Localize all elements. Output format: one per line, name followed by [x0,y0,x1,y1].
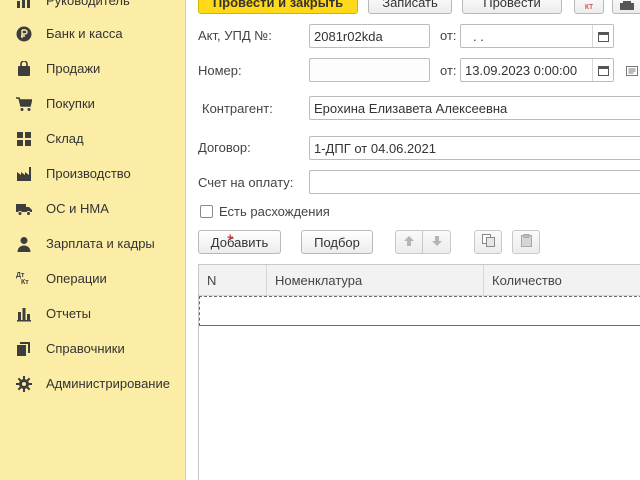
copy-icon [481,234,495,250]
act-date-value: . . [473,28,484,44]
sidebar-item-label: Зарплата и кадры [46,236,155,251]
dt-kt-icon-bottom: Кт [21,278,29,286]
move-up-button[interactable] [395,230,423,254]
move-down-button[interactable] [423,230,451,254]
act-date-field[interactable]: . . [460,24,614,48]
counterparty-field[interactable]: Ерохина Елизавета Алексеевна [309,96,640,120]
plus-icon: + [227,232,234,244]
sidebar-item-label: Администрирование [46,376,170,391]
sidebar-item-label: Продажи [46,61,101,76]
act-date-from-label: от: [440,28,457,43]
comment-icon[interactable] [626,64,638,79]
sidebar-item-label: Операции [46,271,107,286]
sidebar-item-label: Банк и касса [46,26,123,41]
printer-icon [620,0,634,14]
selection-button[interactable]: Подбор [301,230,373,254]
goods-table[interactable]: N Номенклатура Количество [198,264,640,480]
arrow-up-icon [403,235,415,250]
sidebar-item-production[interactable]: Производство [0,156,185,191]
counterparty-label: Контрагент: [202,101,273,116]
sidebar-item-fixed-assets[interactable]: ОС и НМА [0,191,185,226]
print-button[interactable] [612,0,640,14]
warehouse-icon [16,131,32,147]
paste-button[interactable] [512,230,540,254]
sidebar-item-label: Покупки [46,96,95,111]
post-button[interactable]: Провести [462,0,562,14]
gear-icon [16,375,32,392]
invoice-label: Счет на оплату: [198,175,294,190]
discrepancy-checkbox[interactable] [200,205,213,218]
sidebar-item-administration[interactable]: Администрирование [0,366,185,401]
invoice-field[interactable] [309,170,640,194]
contract-field[interactable]: 1-ДПГ от 04.06.2021 [309,136,640,160]
paste-icon [520,234,533,250]
sidebar-item-reports[interactable]: Отчеты [0,296,185,331]
sidebar-item-bank[interactable]: Банк и касса [0,16,185,51]
cart-icon [16,96,32,112]
sidebar-item-label: Руководитель [46,0,130,8]
number-date-from-label: от: [440,63,457,78]
factory-icon [16,166,32,182]
chart-icon [16,0,32,9]
copy-button[interactable] [474,230,502,254]
sidebar-item-sales[interactable]: Продажи [0,51,185,86]
ruble-icon [16,26,32,42]
sidebar-item-label: Справочники [46,341,125,356]
sidebar-item-label: Производство [46,166,131,181]
add-row-label: Добавить [210,234,269,250]
discrepancy-label: Есть расхождения [219,204,330,219]
sidebar-item-label: ОС и НМА [46,201,109,216]
calendar-icon[interactable] [592,59,613,81]
person-icon [16,236,32,252]
column-header-quantity[interactable]: Количество [483,265,640,295]
document-date-value: 13.09.2023 0:00:00 [465,62,578,78]
table-header: N Номенклатура Количество [199,265,640,296]
column-header-nomenclature[interactable]: Номенклатура [266,265,483,295]
dt-kt-button[interactable]: кт [574,0,604,14]
sidebar-item-operations[interactable]: Дт Кт Операции [0,261,185,296]
sidebar-item-purchases[interactable]: Покупки [0,86,185,121]
dt-kt-icon-top: Дт [16,271,25,279]
sidebar-item-directories[interactable]: Справочники [0,331,185,366]
number-field[interactable] [309,58,430,82]
act-number-field[interactable]: 2081r02kda [309,24,430,48]
books-icon [16,341,32,357]
number-label: Номер: [198,63,242,78]
act-number-label: Акт, УПД №: [198,28,272,43]
add-row-button[interactable]: Добавить + [198,230,281,254]
document-date-field[interactable]: 13.09.2023 0:00:00 [460,58,614,82]
bag-icon [16,60,32,77]
sidebar: Руководитель Банк и касса Продажи Покупк… [0,0,186,480]
sidebar-item-warehouse[interactable]: Склад [0,121,185,156]
sidebar-item-label: Отчеты [46,306,91,321]
calendar-icon[interactable] [592,25,613,47]
dt-kt-icon: Дт Кт [16,271,32,287]
table-row[interactable] [199,296,640,326]
sidebar-item-label: Склад [46,131,84,146]
contract-label: Договор: [198,140,251,155]
arrow-down-icon [431,235,443,250]
bar-chart-icon [16,306,32,322]
sidebar-item-salary[interactable]: Зарплата и кадры [0,226,185,261]
post-and-close-button[interactable]: Провести и закрыть [198,0,358,14]
document-form: Провести и закрыть Записать Провести кт … [186,0,640,480]
save-button[interactable]: Записать [368,0,452,14]
column-header-n[interactable]: N [199,265,266,295]
truck-icon [16,201,32,217]
